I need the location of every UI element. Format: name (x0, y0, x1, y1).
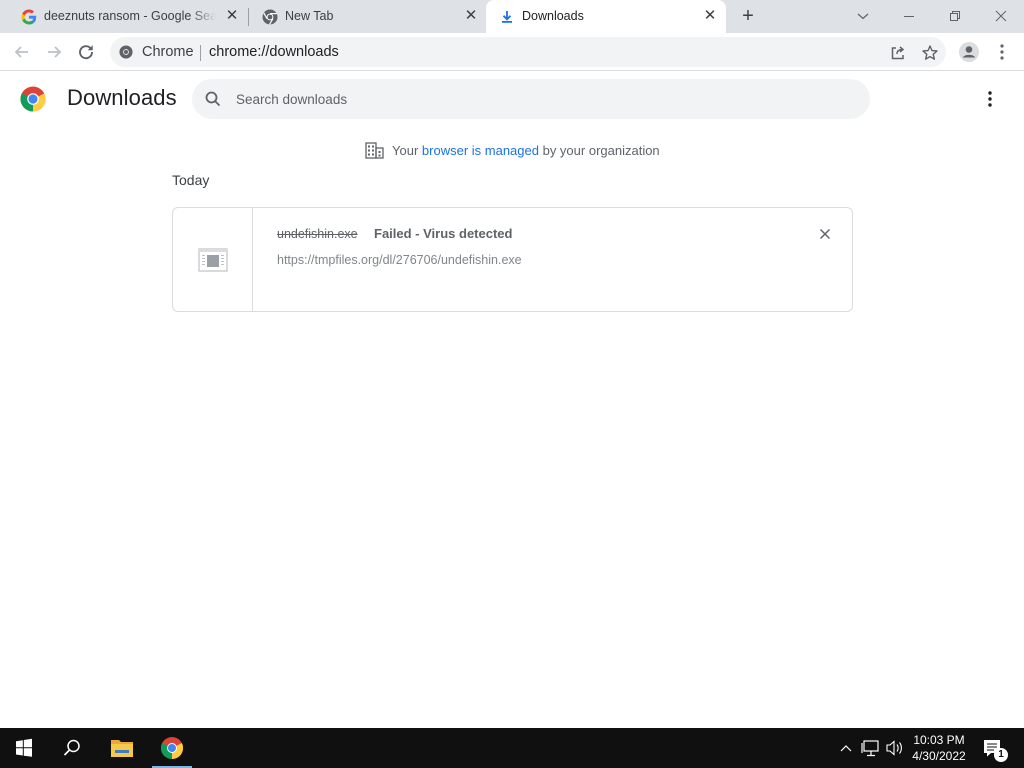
building-icon (365, 141, 384, 159)
google-g-icon (21, 9, 37, 25)
omnibox-divider (200, 45, 201, 61)
notification-count-badge: 1 (994, 748, 1008, 762)
download-item: undefishin.exe Failed - Virus detected h… (172, 207, 853, 312)
chrome-logo-icon (20, 86, 46, 112)
forward-arrow-icon[interactable] (43, 41, 65, 63)
chrome-menu-icon[interactable] (991, 41, 1013, 63)
clock-time: 10:03 PM (913, 733, 965, 747)
search-icon (205, 91, 221, 107)
download-icon-cell (173, 208, 253, 311)
search-downloads-input[interactable] (236, 88, 836, 110)
volume-icon[interactable] (884, 728, 906, 768)
chrome-icon (262, 9, 278, 25)
page-title: Downloads (67, 85, 177, 110)
tab-new-tab[interactable]: New Tab ✕ (249, 0, 485, 33)
tab-strip: deeznuts ransom - Google Search ✕ New Ta… (0, 0, 1024, 33)
chevron-up-icon[interactable] (836, 728, 856, 768)
taskbar-clock[interactable]: 10:03 PM 4/30/2022 (906, 732, 972, 764)
restore-icon[interactable] (943, 4, 967, 28)
address-bar[interactable]: Chrome chrome://downloads (110, 37, 946, 67)
tab-close-button[interactable]: ✕ (702, 8, 718, 24)
new-tab-button[interactable]: + (738, 6, 758, 27)
minimize-icon[interactable] (897, 4, 921, 28)
browser-toolbar: Chrome chrome://downloads (0, 33, 1024, 71)
tab-downloads[interactable]: Downloads ✕ (486, 0, 726, 33)
windows-taskbar: 10:03 PM 4/30/2022 1 (0, 728, 1024, 768)
managed-notice-suffix: by your organization (542, 142, 660, 158)
bookmark-star-icon[interactable] (921, 44, 939, 62)
search-downloads-box[interactable] (192, 79, 870, 119)
remove-from-list-icon[interactable] (816, 225, 834, 243)
download-icon (502, 11, 512, 23)
tab-google-search[interactable]: deeznuts ransom - Google Search ✕ (8, 0, 248, 33)
chrome-taskbar-icon[interactable] (150, 728, 194, 768)
search-icon[interactable] (48, 728, 96, 768)
chrome-icon (119, 45, 133, 59)
download-status: Failed - Virus detected (374, 226, 513, 241)
file-explorer-icon[interactable] (98, 728, 146, 768)
url-text[interactable]: chrome://downloads (209, 44, 339, 60)
share-icon[interactable] (889, 44, 907, 62)
tab-close-button[interactable]: ✕ (224, 8, 240, 24)
tab-search-chevron-icon[interactable] (851, 4, 875, 28)
back-arrow-icon[interactable] (11, 41, 33, 63)
download-file-name: undefishin.exe (277, 227, 358, 241)
profile-avatar-icon[interactable] (958, 41, 980, 63)
clock-date: 4/30/2022 (912, 749, 966, 763)
file-icon (198, 248, 228, 272)
tab-title: deeznuts ransom - Google Search (44, 9, 216, 23)
tab-close-button[interactable]: ✕ (463, 8, 479, 24)
managed-notice-prefix: Your (392, 142, 419, 158)
download-source-url[interactable]: https://tmpfiles.org/dl/276706/undefishi… (277, 253, 522, 267)
network-icon[interactable] (860, 728, 882, 768)
tab-title: New Tab (285, 9, 334, 23)
date-heading: Today (172, 172, 210, 188)
windows-start-icon[interactable] (0, 728, 48, 768)
tab-title: Downloads (522, 9, 584, 23)
more-actions-icon[interactable] (978, 87, 1002, 111)
site-label: Chrome (142, 44, 194, 60)
close-window-icon[interactable] (989, 4, 1013, 28)
reload-icon[interactable] (75, 41, 97, 63)
browser-managed-link[interactable]: browser is managed (422, 143, 539, 158)
managed-browser-notice: Your browser is managed by your organiza… (365, 140, 660, 160)
